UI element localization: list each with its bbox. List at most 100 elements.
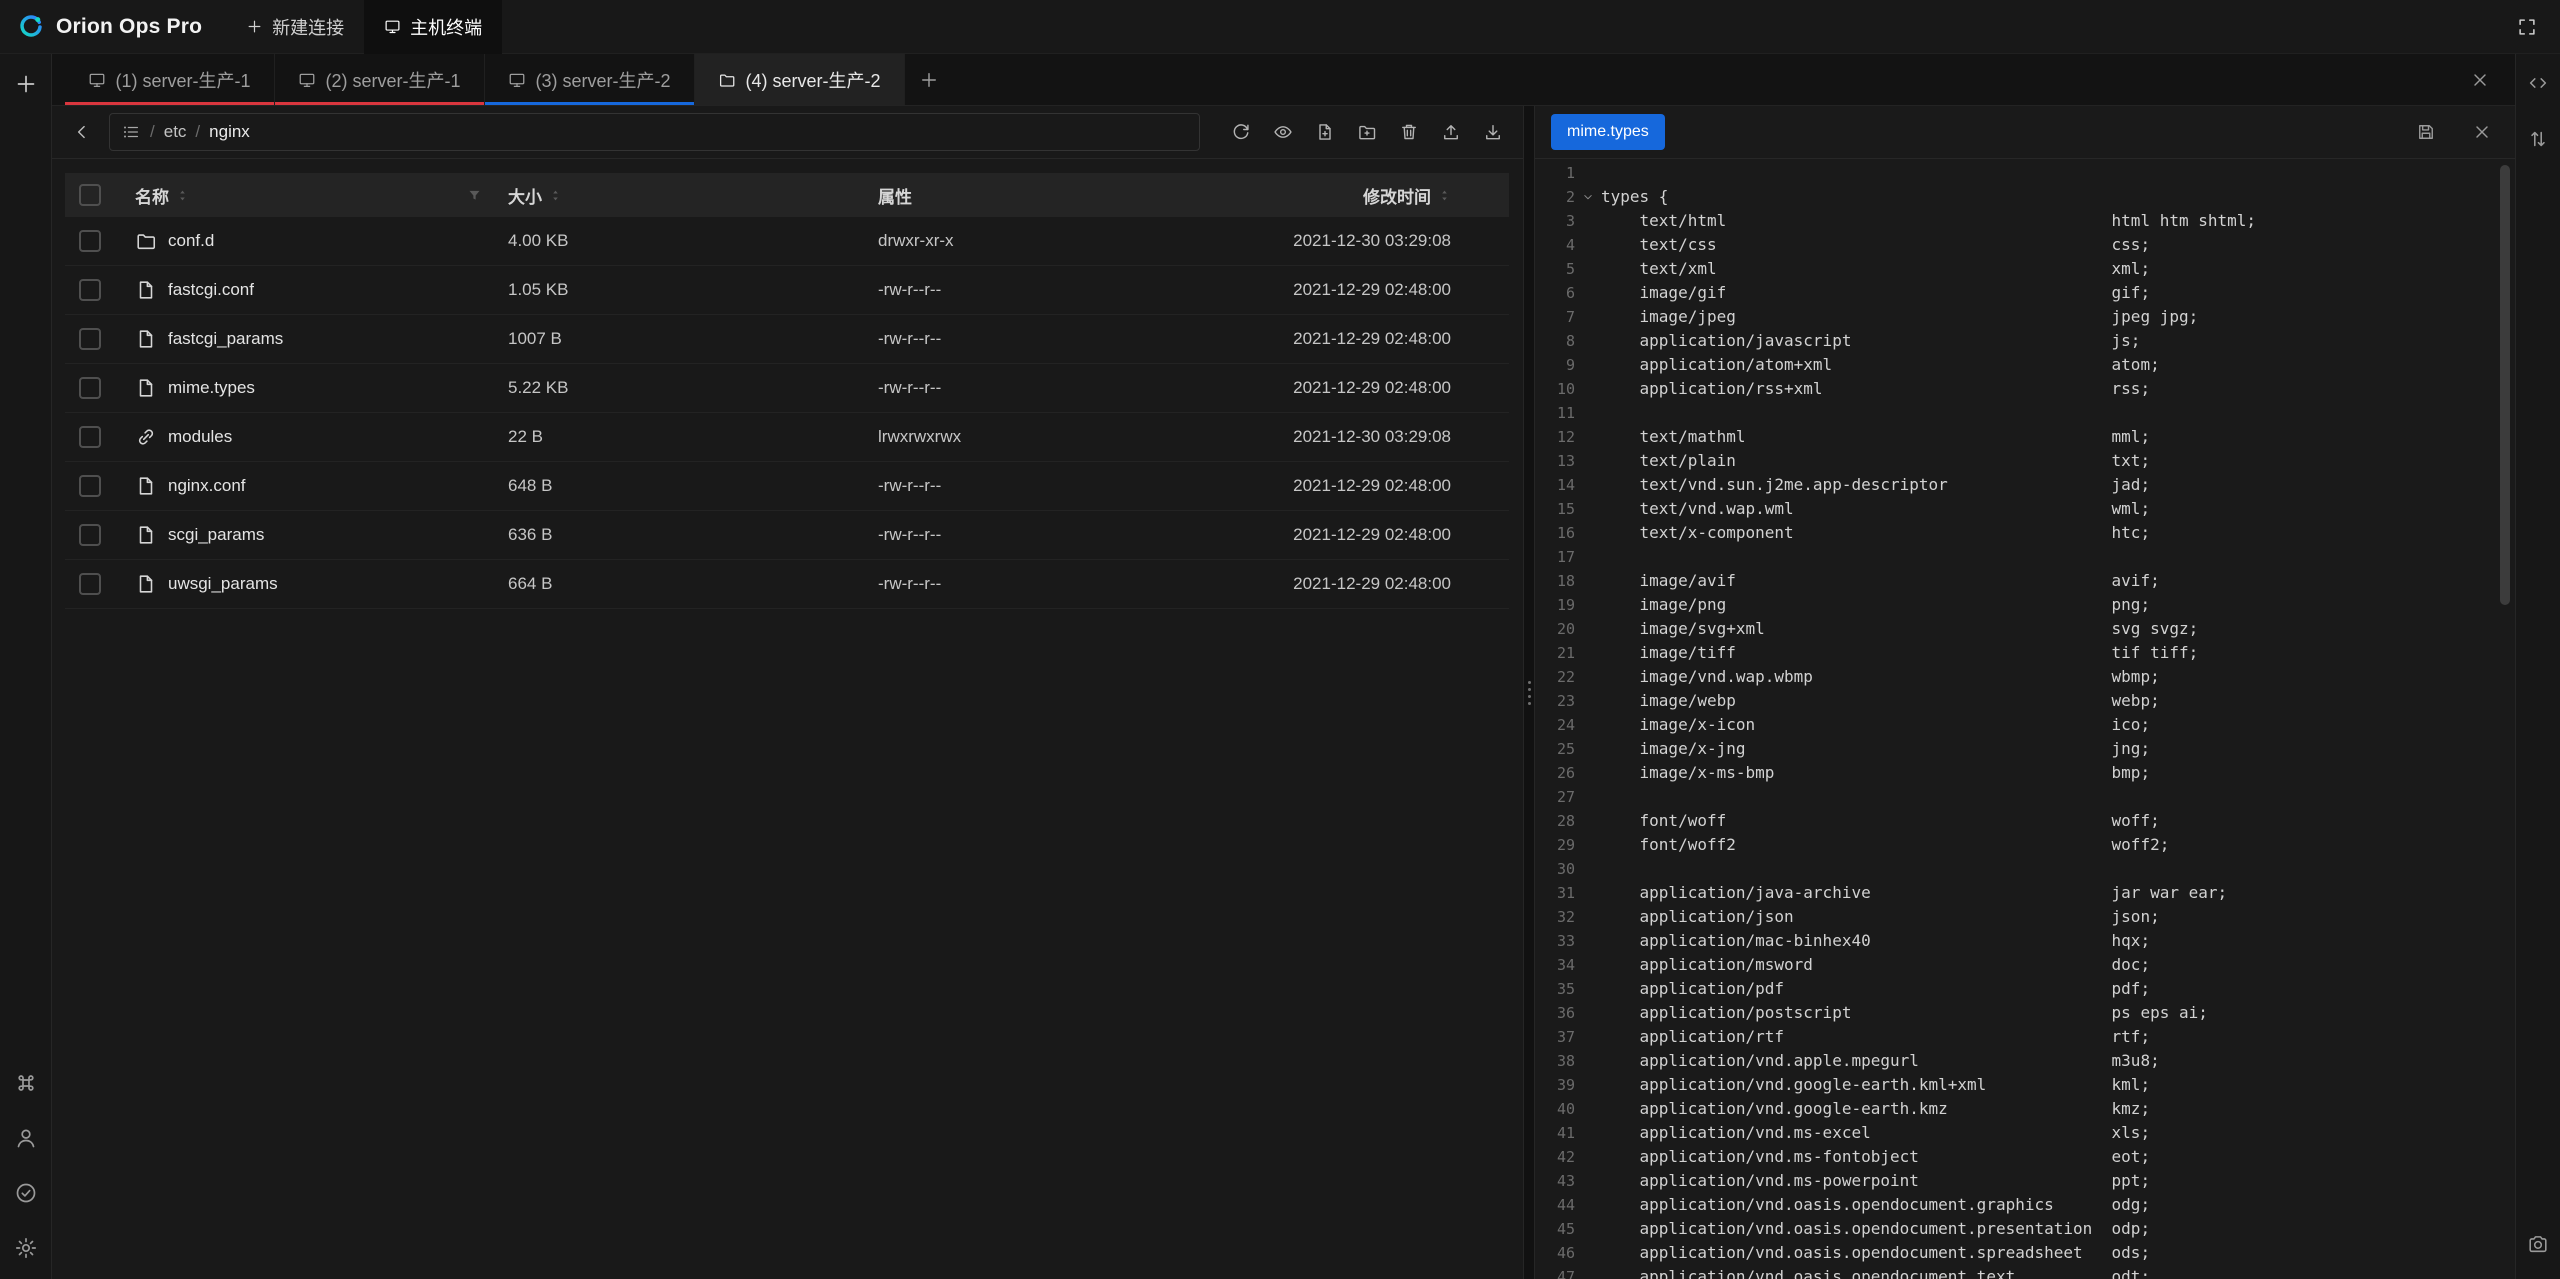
- sort-carets[interactable]: [549, 189, 562, 202]
- save-button[interactable]: [2409, 115, 2443, 149]
- list-view-icon[interactable]: [122, 123, 140, 141]
- row-checkbox[interactable]: [79, 475, 101, 497]
- column-header-4[interactable]: 修改时间: [1264, 183, 1509, 208]
- settings-button[interactable]: [9, 1231, 43, 1265]
- editor-close-button[interactable]: [2465, 115, 2499, 149]
- file-mtime: 2021-12-29 02:48:00: [1264, 280, 1509, 300]
- file-row[interactable]: mime.types5.22 KB-rw-r--r--2021-12-29 02…: [65, 364, 1509, 413]
- filter-icon[interactable]: [467, 188, 482, 203]
- line-number: 23: [1535, 689, 1575, 713]
- file-row[interactable]: nginx.conf648 B-rw-r--r--2021-12-29 02:4…: [65, 462, 1509, 511]
- file-row[interactable]: fastcgi_params1007 B-rw-r--r--2021-12-29…: [65, 315, 1509, 364]
- back-button[interactable]: [65, 115, 99, 149]
- command-palette-button[interactable]: [9, 1066, 43, 1100]
- select-all-checkbox[interactable]: [79, 184, 101, 206]
- content: /etc/nginx 名称大小属性修改时间 conf.d4.00 KBdrwxr…: [52, 106, 2515, 1279]
- terminal-icon: [298, 71, 316, 89]
- fold-gutter: [1575, 1049, 1601, 1073]
- code-text: text/vnd.sun.j2me.app-descriptor jad;: [1601, 473, 2150, 497]
- file-row[interactable]: scgi_params636 B-rw-r--r--2021-12-29 02:…: [65, 511, 1509, 560]
- file-row[interactable]: fastcgi.conf1.05 KB-rw-r--r--2021-12-29 …: [65, 266, 1509, 315]
- code-line: 33 application/mac-binhex40 hqx;: [1535, 929, 2515, 953]
- file-name[interactable]: scgi_params: [168, 525, 264, 545]
- fold-gutter: [1575, 593, 1601, 617]
- code-line: 25 image/x-jng jng;: [1535, 737, 2515, 761]
- file-name[interactable]: fastcgi.conf: [168, 280, 254, 300]
- row-checkbox[interactable]: [79, 230, 101, 252]
- sort-toggle-button[interactable]: [2521, 122, 2555, 156]
- file-icon: [135, 475, 157, 497]
- file-name[interactable]: nginx.conf: [168, 476, 246, 496]
- row-checkbox[interactable]: [79, 524, 101, 546]
- code-editor[interactable]: 12types {3 text/html html htm shtml;4 te…: [1535, 159, 2515, 1279]
- file-name[interactable]: fastcgi_params: [168, 329, 283, 349]
- column-label: 大小: [508, 183, 542, 208]
- screenshot-button[interactable]: [2521, 1227, 2555, 1261]
- file-name[interactable]: modules: [168, 427, 232, 447]
- file-name[interactable]: conf.d: [168, 231, 214, 251]
- user-profile-button[interactable]: [9, 1121, 43, 1155]
- upload-button[interactable]: [1434, 115, 1468, 149]
- session-tab-2[interactable]: (2) server-生产-1: [275, 54, 485, 105]
- caret-sort-icon: [549, 189, 562, 202]
- breadcrumb-segment[interactable]: nginx: [209, 122, 250, 142]
- session-tab-1[interactable]: (1) server-生产-1: [65, 54, 275, 105]
- file-row[interactable]: modules22 Blrwxrwxrwx2021-12-30 03:29:08: [65, 413, 1509, 462]
- menu-item-1[interactable]: 新建连接: [226, 0, 364, 54]
- fold-gutter: [1575, 1025, 1601, 1049]
- file-name[interactable]: uwsgi_params: [168, 574, 278, 594]
- code-text: application/vnd.ms-powerpoint ppt;: [1601, 1169, 2150, 1193]
- line-number: 13: [1535, 449, 1575, 473]
- status-button[interactable]: [9, 1176, 43, 1210]
- breadcrumb-separator: /: [150, 122, 155, 142]
- fold-gutter: [1575, 929, 1601, 953]
- code-line: 27: [1535, 785, 2515, 809]
- code-text: application/vnd.apple.mpegurl m3u8;: [1601, 1049, 2160, 1073]
- sort-carets[interactable]: [176, 189, 189, 202]
- sort-carets[interactable]: [1438, 189, 1451, 202]
- row-checkbox[interactable]: [79, 377, 101, 399]
- refresh-button[interactable]: [1224, 115, 1258, 149]
- fold-gutter: [1575, 737, 1601, 761]
- file-attrs: lrwxrwxrwx: [878, 427, 1264, 447]
- code-view-button[interactable]: [2521, 66, 2555, 100]
- session-tab-4[interactable]: (4) server-生产-2: [695, 54, 905, 105]
- new-connection-button[interactable]: [9, 67, 43, 101]
- code-text: font/woff woff;: [1601, 809, 2160, 833]
- code-text: image/x-jng jng;: [1601, 737, 2150, 761]
- new-folder-button[interactable]: [1350, 115, 1384, 149]
- fold-gutter: [1575, 905, 1601, 929]
- row-checkbox[interactable]: [79, 279, 101, 301]
- session-tab-3[interactable]: (3) server-生产-2: [485, 54, 695, 105]
- fold-gutter[interactable]: [1575, 185, 1601, 209]
- file-row[interactable]: conf.d4.00 KBdrwxr-xr-x2021-12-30 03:29:…: [65, 217, 1509, 266]
- close-tabs-button[interactable]: [2463, 63, 2497, 97]
- column-header-3: 属性: [878, 183, 1264, 208]
- delete-button[interactable]: [1392, 115, 1426, 149]
- row-checkbox[interactable]: [79, 426, 101, 448]
- menu-item-2[interactable]: 主机终端: [364, 0, 502, 54]
- line-number: 35: [1535, 977, 1575, 1001]
- plus-icon: [919, 70, 939, 90]
- file-name[interactable]: mime.types: [168, 378, 255, 398]
- editor-file-tab[interactable]: mime.types: [1551, 114, 1665, 150]
- row-checkbox[interactable]: [79, 573, 101, 595]
- add-tab-button[interactable]: [905, 54, 953, 105]
- file-table-body: conf.d4.00 KBdrwxr-xr-x2021-12-30 03:29:…: [65, 217, 1509, 609]
- file-row[interactable]: uwsgi_params664 B-rw-r--r--2021-12-29 02…: [65, 560, 1509, 609]
- line-number: 28: [1535, 809, 1575, 833]
- breadcrumb-segment[interactable]: etc: [164, 122, 187, 142]
- fullscreen-button[interactable]: [2510, 10, 2544, 44]
- code-line: 26 image/x-ms-bmp bmp;: [1535, 761, 2515, 785]
- file-mtime: 2021-12-30 03:29:08: [1264, 427, 1509, 447]
- code-text: text/xml xml;: [1601, 257, 2150, 281]
- path-bar[interactable]: /etc/nginx: [109, 113, 1200, 151]
- toggle-hidden-button[interactable]: [1266, 115, 1300, 149]
- row-checkbox[interactable]: [79, 328, 101, 350]
- new-file-button[interactable]: [1308, 115, 1342, 149]
- column-header-2[interactable]: 大小: [508, 183, 878, 208]
- editor-scrollbar[interactable]: [2500, 165, 2510, 605]
- column-header-1[interactable]: 名称: [115, 183, 508, 208]
- panel-splitter[interactable]: [1524, 106, 1535, 1279]
- download-button[interactable]: [1476, 115, 1510, 149]
